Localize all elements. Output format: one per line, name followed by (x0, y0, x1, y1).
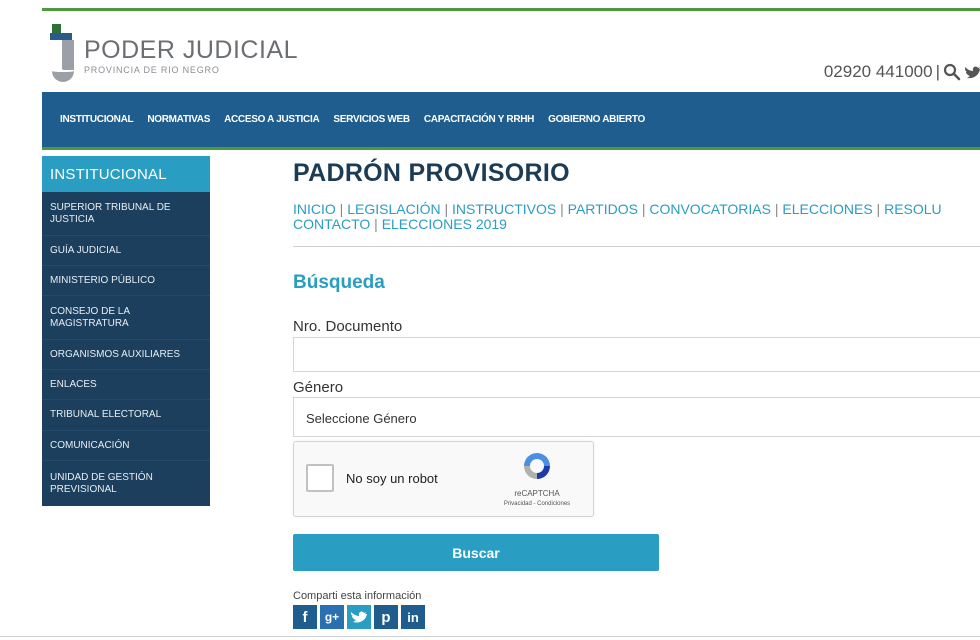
logo-mark-icon (50, 24, 76, 82)
recaptcha-widget: No soy un robot reCAPTCHA Privacidad - C… (293, 441, 594, 517)
header-contact: 02920 441000 | (824, 62, 980, 82)
gender-select[interactable]: Seleccione Género (293, 397, 980, 437)
breadcrumb-separator: | (339, 201, 344, 217)
breadcrumb: INICIO | LEGISLACIÓN | INSTRUCTIVOS | PA… (293, 202, 980, 232)
gender-selected-value: Seleccione Género (306, 411, 417, 426)
sidebar-item-organismos-auxiliares[interactable]: ORGANISMOS AUXILIARES (42, 340, 210, 370)
sidebar-item-comunicacion[interactable]: COMUNICACIÓN (42, 431, 210, 461)
logo-subtitle: PROVINCIA DE RIO NEGRO (84, 65, 220, 75)
nav-item-capacitacion-rrhh[interactable]: CAPACITACIÓN Y RRHH (424, 114, 535, 125)
recaptcha-checkbox[interactable] (306, 464, 334, 492)
breadcrumb-separator: | (560, 201, 564, 217)
page-title: PADRÓN PROVISORIO (293, 159, 570, 187)
sidebar: INSTITUCIONAL SUPERIOR TRIBUNAL DE JUSTI… (42, 156, 210, 506)
breadcrumb-instructivos[interactable]: INSTRUCTIVOS (452, 201, 556, 217)
gender-label: Género (293, 379, 344, 396)
breadcrumb-inicio[interactable]: INICIO (293, 201, 336, 217)
site-logo[interactable]: PODER JUDICIAL PROVINCIA DE RIO NEGRO (50, 24, 298, 82)
main-content: PADRÓN PROVISORIO INICIO | LEGISLACIÓN |… (293, 156, 980, 629)
breadcrumb-separator: | (374, 216, 378, 232)
breadcrumb-resolu[interactable]: RESOLU (884, 201, 942, 217)
sidebar-item-guia-judicial[interactable]: GUÍA JUDICIAL (42, 236, 210, 266)
twitter-icon[interactable] (347, 605, 371, 629)
nav-item-gobierno-abierto[interactable]: GOBIERNO ABIERTO (548, 114, 645, 125)
contact-separator: | (935, 62, 940, 81)
document-field[interactable] (293, 337, 980, 372)
google-plus-icon[interactable]: g+ (320, 605, 344, 629)
linkedin-icon[interactable]: in (401, 605, 425, 629)
sidebar-item-ministerio-publico[interactable]: MINISTERIO PÚBLICO (42, 266, 210, 296)
section-title: Búsqueda (293, 272, 385, 293)
search-icon[interactable] (943, 63, 961, 81)
facebook-icon[interactable]: f (293, 605, 317, 629)
breadcrumb-contacto[interactable]: CONTACTO (293, 216, 370, 232)
breadcrumb-elecciones-2019[interactable]: ELECCIONES 2019 (382, 216, 507, 232)
sidebar-item-consejo-magistratura[interactable]: CONSEJO DE LA MAGISTRATURA (42, 296, 210, 340)
recaptcha-brand: reCAPTCHA (514, 489, 560, 498)
nav-item-servicios-web[interactable]: SERVICIOS WEB (333, 114, 410, 125)
share-label: Comparti esta información (293, 590, 422, 602)
main-nav: INSTITUCIONAL NORMATIVAS ACCESO A JUSTIC… (42, 92, 980, 150)
breadcrumb-partidos[interactable]: PARTIDOS (568, 201, 638, 217)
phone-number: 02920 441000 (823, 62, 933, 81)
pinterest-icon[interactable]: p (374, 605, 398, 629)
nav-item-acceso-a-justicia[interactable]: ACCESO A JUSTICIA (224, 114, 320, 125)
sidebar-item-tribunal-electoral[interactable]: TRIBUNAL ELECTORAL (42, 400, 210, 431)
breadcrumb-separator: | (876, 201, 881, 217)
top-accent-line (42, 8, 980, 11)
breadcrumb-convocatorias[interactable]: CONVOCATORIAS (649, 201, 771, 217)
divider (293, 246, 980, 247)
breadcrumb-elecciones[interactable]: ELECCIONES (782, 201, 872, 217)
twitter-icon[interactable] (964, 64, 980, 80)
logo-title: PODER JUDICIAL (84, 36, 298, 64)
breadcrumb-separator: | (444, 201, 449, 217)
breadcrumb-separator: | (774, 201, 779, 217)
breadcrumb-legislacion[interactable]: LEGISLACIÓN (347, 201, 440, 217)
page-bottom-border (0, 636, 980, 637)
social-share-bar: f g+ p in (293, 605, 980, 629)
sidebar-item-superior-tribunal[interactable]: SUPERIOR TRIBUNAL DE JUSTICIA (42, 192, 210, 236)
search-button[interactable]: Buscar (293, 534, 659, 571)
recaptcha-logo-icon (524, 453, 550, 479)
document-label: Nro. Documento (293, 318, 403, 335)
recaptcha-label: No soy un robot (346, 471, 438, 486)
sidebar-item-unidad-gestion-previsional[interactable]: UNIDAD DE GESTIÓN PREVISIONAL (42, 461, 210, 506)
breadcrumb-separator: | (641, 201, 646, 217)
nav-item-normativas[interactable]: NORMATIVAS (147, 114, 210, 125)
sidebar-item-enlaces[interactable]: ENLACES (42, 370, 210, 400)
sidebar-heading[interactable]: INSTITUCIONAL (42, 156, 210, 192)
recaptcha-links[interactable]: Privacidad - Condiciones (491, 501, 583, 507)
nav-item-institucional[interactable]: INSTITUCIONAL (60, 114, 134, 125)
